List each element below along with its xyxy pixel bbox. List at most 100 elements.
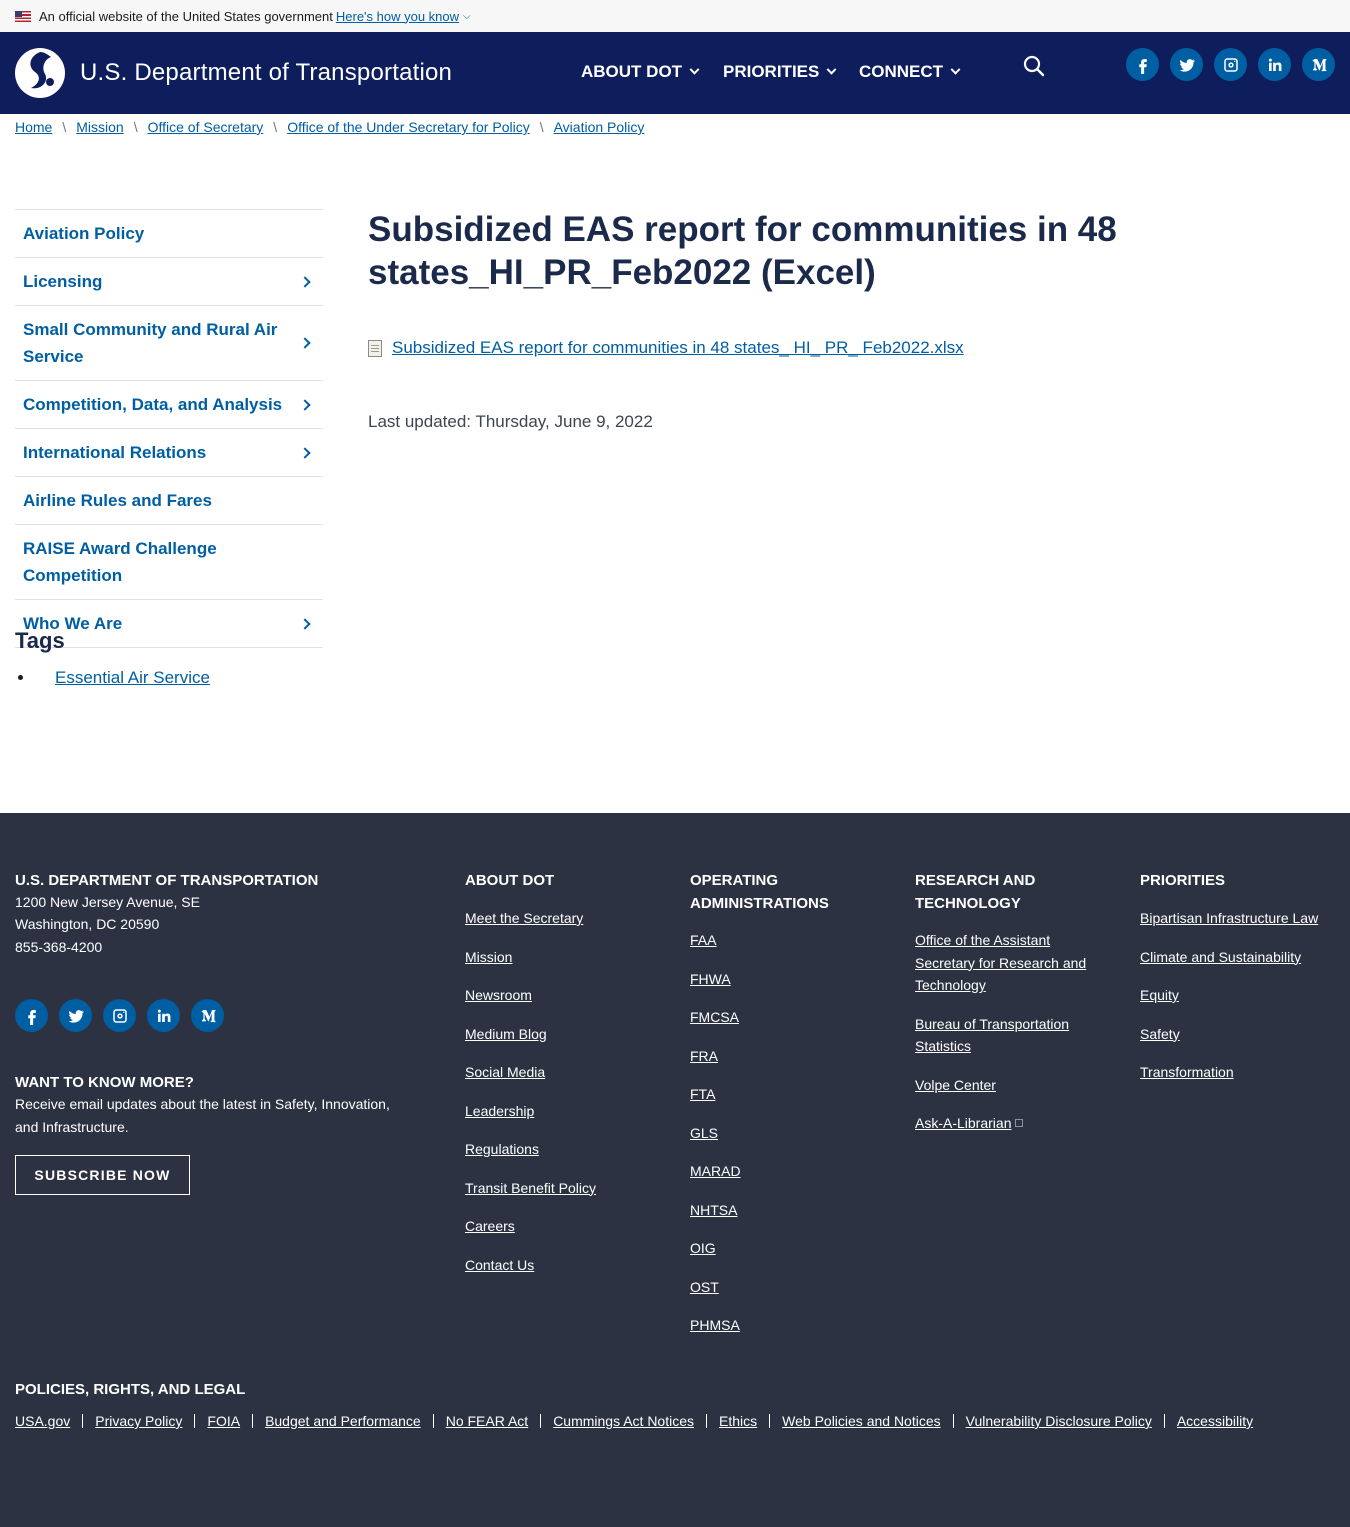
footer-link[interactable]: FHWA — [690, 968, 741, 991]
heres-how-you-know-link[interactable]: Here's how you know — [336, 9, 459, 24]
spreadsheet-file-icon — [368, 339, 382, 357]
footer-link[interactable]: Volpe Center — [915, 1074, 1105, 1097]
breadcrumb-office-of-secretary[interactable]: Office of Secretary — [148, 119, 264, 135]
footer-link[interactable]: Regulations — [465, 1138, 596, 1161]
medium-icon[interactable] — [191, 999, 224, 1032]
footer-link[interactable]: Climate and Sustainability — [1140, 946, 1318, 969]
sidenav-item-raise-award[interactable]: RAISE Award Challenge Competition — [15, 525, 323, 600]
legal-link[interactable]: FOIA — [207, 1413, 240, 1429]
sidenav-item-label: Competition, Data, and Analysis — [23, 395, 283, 414]
site-title[interactable]: U.S. Department of Transportation — [80, 59, 452, 87]
medium-icon[interactable] — [1302, 48, 1335, 81]
file-download-link[interactable]: Subsidized EAS report for communities in… — [392, 338, 964, 358]
footer-link[interactable]: NHTSA — [690, 1199, 741, 1222]
footer-link[interactable]: Medium Blog — [465, 1023, 596, 1046]
footer-link[interactable]: OST — [690, 1276, 741, 1299]
breadcrumb-home[interactable]: Home — [15, 119, 52, 135]
sidenav-item-aviation-policy[interactable]: Aviation Policy — [15, 210, 323, 258]
footer-link[interactable]: FAA — [690, 929, 741, 952]
footer-link[interactable]: Social Media — [465, 1061, 596, 1084]
chevron-right-icon[interactable] — [299, 446, 311, 459]
footer-link[interactable]: Leadership — [465, 1100, 596, 1123]
footer-link[interactable]: FRA — [690, 1045, 741, 1068]
footer-link[interactable]: Meet the Secretary — [465, 907, 596, 930]
legal-divider — [194, 1414, 196, 1428]
footer-link[interactable]: FMCSA — [690, 1006, 741, 1029]
footer-link[interactable]: Mission — [465, 946, 596, 969]
footer-link[interactable]: Bipartisan Infrastructure Law — [1140, 907, 1318, 930]
site-header: U.S. Department of Transportation ABOUT … — [0, 32, 1350, 114]
instagram-icon[interactable] — [1214, 48, 1247, 81]
breadcrumb-separator: \ — [62, 119, 67, 135]
footer-link[interactable]: FTA — [690, 1083, 741, 1106]
sidenav-item-label: Aviation Policy — [23, 224, 145, 243]
chevron-right-icon[interactable] — [299, 398, 311, 411]
legal-divider — [1163, 1414, 1165, 1428]
nav-priorities-label: PRIORITIES — [723, 62, 820, 81]
legal-link[interactable]: Vulnerability Disclosure Policy — [966, 1413, 1152, 1429]
sidenav-item-small-community[interactable]: Small Community and Rural Air Service — [15, 306, 323, 381]
footer-link[interactable]: OIG — [690, 1237, 741, 1260]
footer-want-text: Receive email updates about the latest i… — [15, 1096, 390, 1135]
nav-priorities[interactable]: PRIORITIES — [723, 62, 837, 82]
subscribe-button[interactable]: SUBSCRIBE NOW — [15, 1155, 190, 1195]
footer-address-line2: Washington, DC 20590 — [15, 916, 160, 932]
footer-link[interactable]: PHMSA — [690, 1314, 741, 1337]
twitter-icon[interactable] — [59, 999, 92, 1032]
footer-col-heading: RESEARCH AND TECHNOLOGY — [915, 872, 1036, 912]
breadcrumb-aviation-policy[interactable]: Aviation Policy — [554, 119, 645, 135]
legal-link[interactable]: Cummings Act Notices — [553, 1413, 694, 1429]
footer-org-heading: U.S. DEPARTMENT OF TRANSPORTATION — [15, 872, 319, 889]
footer-about-links: Meet the Secretary Mission Newsroom Medi… — [465, 907, 596, 1276]
footer-link[interactable]: Safety — [1140, 1023, 1318, 1046]
legal-link[interactable]: Accessibility — [1177, 1413, 1253, 1429]
footer-link[interactable]: Bureau of Transportation Statistics — [915, 1013, 1105, 1058]
breadcrumb-mission[interactable]: Mission — [76, 119, 123, 135]
legal-link[interactable]: No FEAR Act — [446, 1413, 528, 1429]
linkedin-icon[interactable] — [1258, 48, 1291, 81]
sidenav-item-licensing[interactable]: Licensing — [15, 258, 323, 306]
chevron-right-icon[interactable] — [299, 275, 311, 288]
chevron-down-icon[interactable]: ⌵ — [463, 11, 471, 22]
legal-link[interactable]: Privacy Policy — [95, 1413, 182, 1429]
chevron-down-icon — [689, 64, 700, 75]
sidenav-item-label: Licensing — [23, 272, 103, 291]
legal-link[interactable]: USA.gov — [15, 1413, 70, 1429]
legal-link[interactable]: Web Policies and Notices — [782, 1413, 940, 1429]
instagram-icon[interactable] — [103, 999, 136, 1032]
sidenav-item-airline-rules[interactable]: Airline Rules and Fares — [15, 477, 323, 525]
footer-link[interactable]: Office of the Assistant Secretary for Re… — [915, 929, 1105, 997]
file-attachment: Subsidized EAS report for communities in… — [368, 338, 964, 358]
legal-divider — [769, 1414, 771, 1428]
tag-essential-air-service[interactable]: Essential Air Service — [55, 668, 210, 687]
nav-about-dot[interactable]: ABOUT DOT — [581, 62, 700, 82]
chevron-right-icon[interactable] — [299, 337, 311, 349]
chevron-right-icon[interactable] — [299, 617, 311, 630]
breadcrumb-under-secretary-policy[interactable]: Office of the Under Secretary for Policy — [287, 119, 530, 135]
sidenav-item-label: Small Community and Rural Air Service — [23, 320, 278, 366]
legal-link[interactable]: Budget and Performance — [265, 1413, 421, 1429]
footer-link[interactable]: MARAD — [690, 1160, 741, 1183]
sidenav-item-competition-data[interactable]: Competition, Data, and Analysis — [15, 381, 323, 429]
footer-link[interactable]: GLS — [690, 1122, 741, 1145]
footer-link[interactable]: Newsroom — [465, 984, 596, 1007]
nav-connect[interactable]: CONNECT — [859, 62, 961, 82]
twitter-icon[interactable] — [1170, 48, 1203, 81]
legal-divider — [252, 1414, 254, 1428]
side-navigation: Aviation Policy Licensing Small Communit… — [15, 209, 323, 648]
search-icon[interactable] — [1022, 54, 1046, 78]
footer-link[interactable]: Transformation — [1140, 1061, 1318, 1084]
facebook-icon[interactable] — [15, 999, 48, 1032]
footer-link[interactable]: Contact Us — [465, 1254, 596, 1277]
nav-connect-label: CONNECT — [859, 62, 944, 81]
footer-link[interactable]: Careers — [465, 1215, 596, 1238]
footer-link[interactable]: Equity — [1140, 984, 1318, 1007]
linkedin-icon[interactable] — [147, 999, 180, 1032]
footer-link[interactable]: Ask-A-Librarian — [915, 1112, 1011, 1135]
legal-link[interactable]: Ethics — [719, 1413, 757, 1429]
gov-banner-text: An official website of the United States… — [39, 8, 333, 24]
facebook-icon[interactable] — [1126, 48, 1159, 81]
sidenav-item-international-relations[interactable]: International Relations — [15, 429, 323, 477]
dot-logo-icon[interactable] — [15, 48, 65, 98]
footer-link[interactable]: Transit Benefit Policy — [465, 1177, 596, 1200]
